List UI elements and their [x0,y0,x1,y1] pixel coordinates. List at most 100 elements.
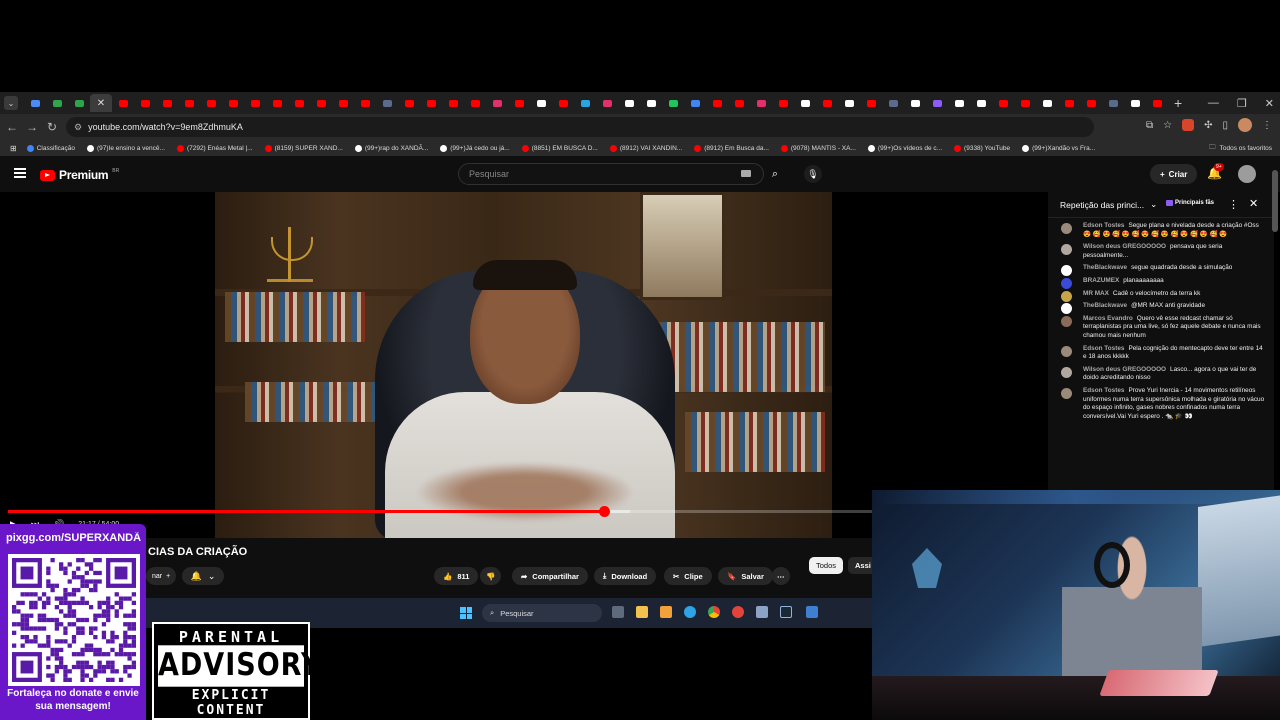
browser-tab[interactable] [24,94,46,112]
progress-bar[interactable] [8,506,872,517]
bookmark-item[interactable]: (9078) MANTIS - XA... [780,144,856,152]
browser-tab[interactable] [376,94,398,112]
video-player[interactable] [0,192,872,538]
browser-tab[interactable] [728,94,750,112]
chat-message[interactable]: Edson Tostes Prove Yuri Inercia - 14 movi… [1048,385,1274,423]
browser-tab[interactable] [1014,94,1036,112]
dislike-button[interactable]: 👎 [480,567,502,585]
edge-icon[interactable] [684,606,696,618]
chat-title[interactable]: Repetição das princi... [1060,200,1144,210]
chat-message[interactable]: Marcos Evandro Quero vê esse redcast cham… [1048,313,1274,343]
chat-author[interactable]: Edson Tostes [1083,222,1124,229]
browser-tab[interactable] [552,94,574,112]
install-app-icon[interactable]: ⧉ [1146,120,1153,131]
video-frame[interactable] [215,192,832,538]
chat-author[interactable]: BRAZUMEX [1083,277,1119,284]
browser-tab[interactable] [838,94,860,112]
tab-close-icon[interactable]: ✕ [97,98,105,109]
search-icon[interactable]: ⌕ [766,163,784,185]
browser-tab[interactable] [794,94,816,112]
browser-tab[interactable] [596,94,618,112]
chat-message[interactable]: Wilson deus GREGOOOOO pensava que seria p… [1048,241,1274,262]
save-button[interactable]: 🔖 Salvar [718,567,773,585]
browser-tab[interactable] [1036,94,1058,112]
browser-tab[interactable] [816,94,838,112]
clip-button[interactable]: ✂ Clipe [664,567,712,585]
browser-tab[interactable] [1080,94,1102,112]
steam-icon[interactable] [780,606,792,618]
chat-message[interactable]: MR MAX Cadê o velocímetro da terra kk [1048,288,1274,302]
chat-message[interactable]: Wilson deus GREGOOOOO Lasco... agora o qu… [1048,364,1274,385]
chat-avatar[interactable] [1061,223,1072,234]
bookmark-item[interactable]: (99+)Já cedo ou já... [440,144,510,152]
create-button[interactable]: + Criar [1150,164,1198,184]
browser-tab[interactable] [1102,94,1124,112]
browser-tab[interactable] [442,94,464,112]
browser-tab[interactable] [970,94,992,112]
browser-tab[interactable] [266,94,288,112]
back-button[interactable]: ← [2,120,22,134]
browser-tab[interactable] [574,94,596,112]
bookmark-star-icon[interactable]: ☆ [1163,120,1172,131]
account-avatar[interactable] [1238,165,1256,183]
browser-tab[interactable] [508,94,530,112]
browser-tab-active[interactable]: ✕ [90,94,112,112]
chat-author[interactable]: TheBlackwave [1083,302,1127,309]
bookmark-item[interactable]: (8851) EM BUSCA D... [521,144,598,152]
browser-tab[interactable] [486,94,508,112]
browser-tab[interactable] [948,94,970,112]
browser-tab[interactable] [1058,94,1080,112]
browser-tab[interactable] [860,94,882,112]
all-bookmarks[interactable]: 🗀 Todos os favoritos [1209,140,1272,156]
omnibox[interactable]: ⚙ youtube.com/watch?v=9em8ZdhmuKA [66,117,1094,137]
chat-message[interactable]: BRAZUMEX planaaaaaaaa [1048,275,1274,289]
extension-icon[interactable] [1182,119,1195,131]
chevron-down-icon[interactable]: ⌄ [1150,199,1157,210]
browser-tab[interactable] [244,94,266,112]
more-actions-button[interactable]: ⋯ [772,567,790,585]
browser-tab[interactable] [772,94,794,112]
browser-tab[interactable] [46,94,68,112]
sidebar-icon[interactable]: ▯ [1222,120,1228,131]
settings-icon[interactable] [756,606,768,618]
bookmark-item[interactable]: (8912) Em Busca da... [694,144,769,152]
like-button[interactable]: 👍 811 [434,567,479,585]
file-explorer-icon[interactable] [636,606,648,618]
browser-tab[interactable] [750,94,772,112]
minimize-button[interactable]: — [1208,97,1219,109]
browser-tab[interactable] [464,94,486,112]
chat-avatar[interactable] [1061,315,1072,327]
browser-tab[interactable] [134,94,156,112]
bookmark-item[interactable]: (8159) SUPER XAND... [264,144,343,152]
browser-tab[interactable] [706,94,728,112]
browser-tab[interactable] [992,94,1014,112]
browser-tab[interactable] [156,94,178,112]
chat-author[interactable]: Edson Tostes [1083,345,1124,352]
microphone-icon[interactable]: 🎙 [804,165,822,183]
windows-start-icon[interactable] [460,607,472,619]
bookmark-item[interactable]: (9338) YouTube [954,144,1010,152]
chat-avatar[interactable] [1061,366,1072,378]
browser-tab[interactable] [684,94,706,112]
bookmark-item[interactable]: (99+)Xandão vs Fra... [1022,144,1095,152]
store-icon[interactable] [660,606,672,618]
browser-tab[interactable] [310,94,332,112]
app-icon[interactable] [806,606,818,618]
chat-author[interactable]: Wilson deus GREGOOOOO [1083,366,1166,373]
browser-tab[interactable] [662,94,684,112]
browser-tab[interactable] [926,94,948,112]
browser-tab[interactable] [1124,94,1146,112]
browser-tab[interactable] [178,94,200,112]
browser-tab[interactable] [904,94,926,112]
url-text[interactable]: youtube.com/watch?v=9em8ZdhmuKA [88,122,243,132]
chat-avatar[interactable] [1061,244,1072,256]
tab-search-button[interactable]: ⌄ [4,96,18,110]
bookmark-item[interactable]: (97)Ie ensino a vencê... [87,144,165,152]
browser-tab[interactable] [530,94,552,112]
apps-grid-icon[interactable]: ⊞ [10,144,17,153]
more-icon[interactable]: ⋮ [1228,198,1239,211]
download-button[interactable]: ⤓ Download [594,567,657,585]
close-window-button[interactable]: ✕ [1265,97,1274,110]
chat-author[interactable]: MR MAX [1083,290,1109,297]
browser-tab[interactable] [618,94,640,112]
